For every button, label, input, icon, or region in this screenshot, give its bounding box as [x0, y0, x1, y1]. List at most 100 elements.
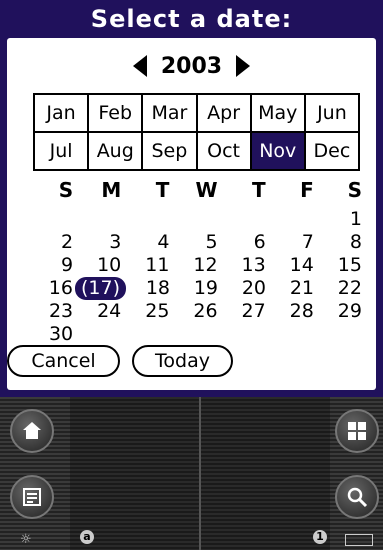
keyboard-icon[interactable] [345, 534, 373, 546]
month-grid: Jan Feb Mar Apr May Jun Jul Aug Sep Oct Nov Dec [33, 93, 360, 171]
day-cell[interactable]: 6 [220, 231, 268, 254]
day-cell[interactable]: 23 [27, 300, 75, 323]
day-number: 8 [349, 231, 362, 253]
empty-day-cell [268, 323, 316, 346]
left-arrow-icon[interactable] [132, 55, 147, 77]
day-number: 5 [205, 231, 218, 253]
empty-day-cell [220, 208, 268, 231]
day-cell[interactable]: 10 [75, 254, 123, 277]
day-number: 22 [337, 277, 362, 299]
month-jan[interactable]: Jan [35, 95, 90, 133]
day-number: 20 [241, 277, 266, 299]
calendar-week: 1 [27, 208, 364, 231]
month-may[interactable]: May [251, 95, 306, 133]
month-oct[interactable]: Oct [197, 133, 252, 171]
day-cell[interactable]: 27 [220, 300, 268, 323]
day-number: 3 [109, 231, 122, 253]
graffiti-area: ☼ a 1 [0, 397, 383, 550]
month-jul[interactable]: Jul [35, 133, 90, 171]
day-cell[interactable]: 16 [27, 277, 75, 300]
month-jun[interactable]: Jun [305, 95, 360, 133]
weekday-label: T [252, 178, 266, 202]
day-cell[interactable]: 5 [171, 231, 219, 254]
weekday-label: M [101, 178, 122, 202]
day-number: 4 [157, 231, 170, 253]
day-cell[interactable]: 14 [268, 254, 316, 277]
day-cell[interactable]: 20 [220, 277, 268, 300]
day-cell[interactable]: 24 [75, 300, 123, 323]
weekday-label: F [300, 178, 314, 202]
day-number: 18 [145, 277, 170, 299]
number-mode-icon: 1 [313, 530, 327, 544]
day-cell[interactable]: 30 [27, 323, 75, 346]
day-number: 19 [193, 277, 218, 299]
day-number: 21 [289, 277, 314, 299]
month-mar[interactable]: Mar [143, 95, 198, 133]
dialog-title: Select a date: [90, 5, 293, 33]
day-number: 25 [145, 300, 170, 322]
day-cell[interactable]: 19 [172, 277, 220, 300]
day-cell[interactable]: 1 [316, 208, 364, 231]
day-cell[interactable]: 4 [123, 231, 171, 254]
day-number: 9 [61, 254, 74, 276]
day-cell[interactable]: 13 [220, 254, 268, 277]
day-cell[interactable]: 9 [27, 254, 75, 277]
day-number: 29 [337, 300, 362, 322]
day-cell[interactable]: 28 [268, 300, 316, 323]
empty-day-cell [123, 208, 171, 231]
month-aug[interactable]: Aug [89, 133, 144, 171]
empty-day-cell [27, 208, 75, 231]
day-number: 27 [241, 300, 266, 322]
dialog-body: 2003 Jan Feb Mar Apr May Jun Jul Aug Sep Oct Nov De… [7, 38, 376, 390]
day-cell[interactable]: 8 [316, 231, 364, 254]
find-icon[interactable] [335, 475, 379, 519]
date-picker-dialog: Select a date: 2003 Jan Feb Mar Apr May Jun Ju… [0, 0, 383, 397]
weekday-header: SMTWTFS [27, 178, 364, 208]
day-cell[interactable]: 21 [268, 277, 316, 300]
day-cell[interactable]: 26 [171, 300, 219, 323]
weekday-label: S [347, 178, 362, 202]
month-sep[interactable]: Sep [143, 133, 198, 171]
graffiti-divider [199, 397, 201, 550]
empty-day-cell [268, 208, 316, 231]
day-cell[interactable]: 15 [316, 254, 364, 277]
brightness-icon[interactable]: ☼ [20, 533, 32, 546]
calculator-icon[interactable] [335, 409, 379, 453]
empty-day-cell [171, 323, 219, 346]
day-number: 13 [241, 254, 266, 276]
year-label: 2003 [160, 53, 223, 79]
month-apr[interactable]: Apr [197, 95, 252, 133]
calendar-week: 2 3 4 5 6 7 8 [27, 231, 364, 254]
year-selector: 2003 [7, 48, 376, 84]
day-number: 15 [337, 254, 362, 276]
right-arrow-icon[interactable] [236, 55, 251, 77]
month-nov[interactable]: Nov [251, 133, 306, 171]
home-icon[interactable] [10, 409, 54, 453]
day-number: 23 [48, 300, 74, 322]
day-cell[interactable]: 25 [123, 300, 171, 323]
empty-day-cell [75, 208, 123, 231]
day-number: 28 [289, 300, 314, 322]
month-dec[interactable]: Dec [305, 133, 360, 171]
day-number: 14 [289, 254, 314, 276]
day-number: 24 [97, 300, 122, 322]
calendar-week: 16 (17) 18 19 20 21 22 [27, 277, 364, 300]
menu-icon[interactable] [10, 475, 54, 519]
day-cell[interactable]: 7 [268, 231, 316, 254]
day-cell[interactable]: 11 [123, 254, 171, 277]
day-cell[interactable]: 22 [316, 277, 364, 300]
day-number: (17) [74, 277, 126, 300]
day-cell[interactable]: 18 [124, 277, 172, 300]
month-feb[interactable]: Feb [89, 95, 144, 133]
calendar-week: 9 10 11 12 13 14 15 [27, 254, 364, 277]
day-number: 26 [193, 300, 218, 322]
empty-day-cell [75, 323, 123, 346]
day-cell[interactable]: (17) [74, 277, 126, 300]
day-cell[interactable]: 2 [27, 231, 75, 254]
day-cell[interactable]: 29 [316, 300, 364, 323]
abc-mode-icon: a [80, 530, 94, 544]
day-cell[interactable]: 3 [75, 231, 123, 254]
day-cell[interactable]: 12 [171, 254, 219, 277]
today-button[interactable]: Today [132, 345, 233, 377]
cancel-button[interactable]: Cancel [7, 345, 120, 377]
